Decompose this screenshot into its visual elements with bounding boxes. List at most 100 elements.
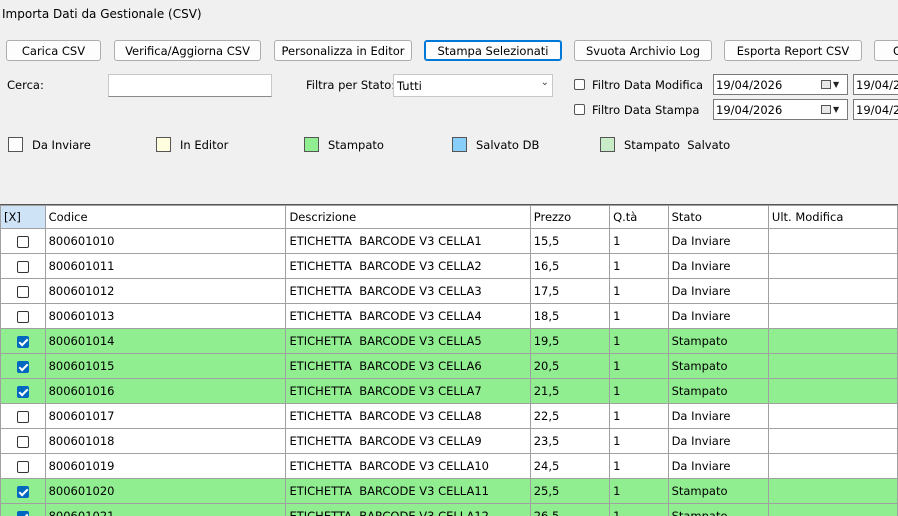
modify-date-from-picker[interactable]: 19/04/2026 ▼ <box>713 74 848 95</box>
row-select-cell[interactable] <box>1 479 46 504</box>
code-cell[interactable]: 800601011 <box>45 254 286 279</box>
column-header-select[interactable]: [X] <box>1 206 46 229</box>
price-cell[interactable]: 22,5 <box>530 404 609 429</box>
column-header-price[interactable]: Prezzo <box>530 206 609 229</box>
data-grid[interactable]: [X] Codice Descrizione Prezzo Q.tà Stato… <box>0 204 898 516</box>
description-cell[interactable]: ETICHETTA BARCODE V3 CELLA5 <box>286 329 530 354</box>
price-cell[interactable]: 24,5 <box>530 454 609 479</box>
status-filter-select[interactable]: Tutti ⌄ <box>393 74 553 97</box>
table-row[interactable]: 800601010ETICHETTA BARCODE V3 CELLA115,5… <box>1 229 898 254</box>
table-row[interactable]: 800601012ETICHETTA BARCODE V3 CELLA317,5… <box>1 279 898 304</box>
table-row[interactable]: 800601014ETICHETTA BARCODE V3 CELLA519,5… <box>1 329 898 354</box>
qty-cell[interactable]: 1 <box>610 404 668 429</box>
description-cell[interactable]: ETICHETTA BARCODE V3 CELLA6 <box>286 354 530 379</box>
status-cell[interactable]: Stampato <box>668 504 768 516</box>
last-modified-cell[interactable] <box>768 379 897 404</box>
column-header-code[interactable]: Codice <box>45 206 286 229</box>
print-date-to-picker[interactable]: 19/04/2026 <box>853 99 898 120</box>
table-row[interactable]: 800601020ETICHETTA BARCODE V3 CELLA1125,… <box>1 479 898 504</box>
description-cell[interactable]: ETICHETTA BARCODE V3 CELLA4 <box>286 304 530 329</box>
calendar-icon[interactable]: ▼ <box>821 102 845 116</box>
row-select-checkbox[interactable] <box>17 411 29 423</box>
print-date-from-picker[interactable]: 19/04/2026 ▼ <box>713 99 848 120</box>
code-cell[interactable]: 800601012 <box>45 279 286 304</box>
code-cell[interactable]: 800601020 <box>45 479 286 504</box>
last-modified-cell[interactable] <box>768 479 897 504</box>
code-cell[interactable]: 800601013 <box>45 304 286 329</box>
qty-cell[interactable]: 1 <box>610 329 668 354</box>
price-cell[interactable]: 23,5 <box>530 429 609 454</box>
table-row[interactable]: 800601013ETICHETTA BARCODE V3 CELLA418,5… <box>1 304 898 329</box>
code-cell[interactable]: 800601018 <box>45 429 286 454</box>
row-select-checkbox[interactable] <box>17 361 29 373</box>
row-select-cell[interactable] <box>1 254 46 279</box>
status-cell[interactable]: Da Inviare <box>668 229 768 254</box>
description-cell[interactable]: ETICHETTA BARCODE V3 CELLA1 <box>286 229 530 254</box>
row-select-cell[interactable] <box>1 454 46 479</box>
description-cell[interactable]: ETICHETTA BARCODE V3 CELLA2 <box>286 254 530 279</box>
row-select-checkbox[interactable] <box>17 311 29 323</box>
description-cell[interactable]: ETICHETTA BARCODE V3 CELLA12 <box>286 504 530 516</box>
customize-editor-button[interactable]: Personalizza in Editor <box>274 40 412 61</box>
status-cell[interactable]: Da Inviare <box>668 254 768 279</box>
qty-cell[interactable]: 1 <box>610 379 668 404</box>
price-cell[interactable]: 25,5 <box>530 479 609 504</box>
last-modified-cell[interactable] <box>768 404 897 429</box>
row-select-cell[interactable] <box>1 404 46 429</box>
load-csv-button[interactable]: Carica CSV <box>6 40 101 61</box>
last-modified-cell[interactable] <box>768 429 897 454</box>
status-cell[interactable]: Da Inviare <box>668 304 768 329</box>
row-select-cell[interactable] <box>1 279 46 304</box>
row-select-cell[interactable] <box>1 329 46 354</box>
qty-cell[interactable]: 1 <box>610 429 668 454</box>
last-modified-cell[interactable] <box>768 229 897 254</box>
price-cell[interactable]: 18,5 <box>530 304 609 329</box>
row-select-checkbox[interactable] <box>17 461 29 473</box>
row-select-cell[interactable] <box>1 354 46 379</box>
description-cell[interactable]: ETICHETTA BARCODE V3 CELLA7 <box>286 379 530 404</box>
print-selected-button[interactable]: Stampa Selezionati <box>424 40 562 61</box>
row-select-cell[interactable] <box>1 304 46 329</box>
modify-date-filter-checkbox[interactable] <box>574 79 585 90</box>
table-row[interactable]: 800601018ETICHETTA BARCODE V3 CELLA923,5… <box>1 429 898 454</box>
row-select-checkbox[interactable] <box>17 486 29 498</box>
description-cell[interactable]: ETICHETTA BARCODE V3 CELLA3 <box>286 279 530 304</box>
last-modified-cell[interactable] <box>768 304 897 329</box>
qty-cell[interactable]: 1 <box>610 279 668 304</box>
code-cell[interactable]: 800601010 <box>45 229 286 254</box>
price-cell[interactable]: 21,5 <box>530 379 609 404</box>
verify-update-csv-button[interactable]: Verifica/Aggiorna CSV <box>114 40 261 61</box>
code-cell[interactable]: 800601017 <box>45 404 286 429</box>
price-cell[interactable]: 26,5 <box>530 504 609 516</box>
table-row[interactable]: 800601019ETICHETTA BARCODE V3 CELLA1024,… <box>1 454 898 479</box>
row-select-checkbox[interactable] <box>17 386 29 398</box>
code-cell[interactable]: 800601021 <box>45 504 286 516</box>
description-cell[interactable]: ETICHETTA BARCODE V3 CELLA11 <box>286 479 530 504</box>
row-select-checkbox[interactable] <box>17 261 29 273</box>
status-cell[interactable]: Stampato <box>668 479 768 504</box>
clear-log-button[interactable]: Svuota Archivio Log <box>574 40 712 61</box>
price-cell[interactable]: 20,5 <box>530 354 609 379</box>
row-select-cell[interactable] <box>1 229 46 254</box>
next-toolbar-button[interactable]: C <box>874 40 898 61</box>
code-cell[interactable]: 800601015 <box>45 354 286 379</box>
price-cell[interactable]: 19,5 <box>530 329 609 354</box>
code-cell[interactable]: 800601014 <box>45 329 286 354</box>
table-row[interactable]: 800601015ETICHETTA BARCODE V3 CELLA620,5… <box>1 354 898 379</box>
last-modified-cell[interactable] <box>768 454 897 479</box>
status-cell[interactable]: Stampato <box>668 329 768 354</box>
row-select-cell[interactable] <box>1 429 46 454</box>
modify-date-to-picker[interactable]: 19/04/2026 <box>853 74 898 95</box>
table-row[interactable]: 800601021ETICHETTA BARCODE V3 CELLA1226,… <box>1 504 898 516</box>
status-cell[interactable]: Da Inviare <box>668 454 768 479</box>
status-cell[interactable]: Stampato <box>668 354 768 379</box>
last-modified-cell[interactable] <box>768 254 897 279</box>
row-select-cell[interactable] <box>1 504 46 516</box>
last-modified-cell[interactable] <box>768 279 897 304</box>
column-header-last-modified[interactable]: Ult. Modifica <box>768 206 897 229</box>
status-cell[interactable]: Da Inviare <box>668 279 768 304</box>
row-select-checkbox[interactable] <box>17 436 29 448</box>
last-modified-cell[interactable] <box>768 504 897 516</box>
description-cell[interactable]: ETICHETTA BARCODE V3 CELLA8 <box>286 404 530 429</box>
price-cell[interactable]: 16,5 <box>530 254 609 279</box>
